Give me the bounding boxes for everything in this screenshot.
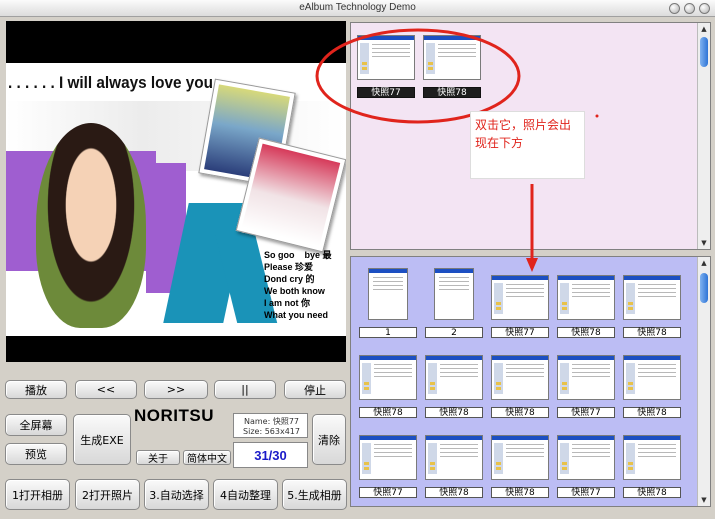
photo-thumbnail[interactable]: 快照77 [557, 435, 615, 498]
photo-thumbnail[interactable]: 快照78 [425, 355, 483, 418]
photo-thumbnail[interactable]: 快照78 [623, 355, 681, 418]
thumbnail-caption: 快照77 [357, 87, 415, 98]
thumbnail-image [491, 435, 549, 480]
thumbnail-image [425, 435, 483, 480]
overlay-text: . . . . . . I will always love you [8, 73, 213, 92]
thumbnail-image [359, 435, 417, 480]
next-button[interactable]: >> [144, 380, 208, 399]
thumbnail-caption: 快照78 [623, 487, 681, 498]
thumbnail-caption: 快照77 [557, 407, 615, 418]
thumbnail-image [357, 35, 415, 80]
scroll-up-icon[interactable]: ▲ [698, 257, 710, 269]
source-scrollbar[interactable]: ▲ ▼ [697, 23, 710, 249]
scroll-up-icon[interactable]: ▲ [698, 23, 710, 35]
thumbnail-image [557, 355, 615, 400]
scroll-down-icon[interactable]: ▼ [698, 237, 710, 249]
photo-thumbnail[interactable]: 快照78 [423, 35, 481, 98]
minimize-button[interactable] [669, 3, 680, 14]
poem-text: So goo bye 最 Please 珍爱 Dond cry 的 We bot… [264, 250, 332, 320]
scroll-thumb[interactable] [700, 273, 708, 303]
album-photos-pane[interactable]: 1 2 快照77 快照78 快照78 快照78 快照78 快照78 快照77 快照78 快照77 快照… [350, 256, 711, 507]
thumbnail-caption: 快照77 [491, 327, 549, 338]
window-title: eAlbum Technology Demo [299, 2, 416, 13]
previous-button[interactable]: << [75, 380, 137, 399]
clear-button[interactable]: 清除 [312, 414, 346, 465]
photo-thumbnail[interactable]: 快照78 [425, 435, 483, 498]
thumbnail-image [623, 355, 681, 400]
thumbnail-image [557, 435, 615, 480]
scroll-down-icon[interactable]: ▼ [698, 494, 710, 506]
thumbnail-image [425, 355, 483, 400]
preview-button[interactable]: 预览 [5, 443, 67, 465]
photo-thumbnail[interactable]: 2 [425, 268, 483, 338]
photo-thumbnail[interactable]: 快照78 [623, 435, 681, 498]
photo-thumbnail[interactable]: 1 [359, 268, 417, 338]
thumbnail-image [557, 275, 615, 320]
thumbnail-image [491, 355, 549, 400]
thumbnail-caption: 快照78 [425, 487, 483, 498]
photo-thumbnail[interactable]: 快照77 [359, 435, 417, 498]
close-button[interactable] [699, 3, 710, 14]
thumbnail-caption: 快照77 [557, 487, 615, 498]
thumbnail-image [623, 275, 681, 320]
generate-exe-button[interactable]: 生成EXE [73, 414, 131, 465]
photo-thumbnail[interactable]: 快照78 [491, 435, 549, 498]
album-scrollbar[interactable]: ▲ ▼ [697, 257, 710, 506]
photo-name: Name: 快照77 [243, 417, 300, 426]
thumbnail-caption: 快照78 [557, 327, 615, 338]
title-bar: eAlbum Technology Demo [0, 0, 715, 17]
scroll-thumb[interactable] [700, 37, 708, 67]
thumbnail-image [359, 355, 417, 400]
auto-select-button[interactable]: 3.自动选择 [144, 479, 209, 510]
stop-button[interactable]: 停止 [284, 380, 346, 399]
photo-viewer[interactable]: . . . . . . I will always love you So go… [6, 21, 346, 362]
thumbnail-caption: 快照77 [359, 487, 417, 498]
album-page-image: . . . . . . I will always love you So go… [6, 63, 346, 336]
thumbnail-caption: 2 [425, 327, 483, 338]
thumbnail-caption: 1 [359, 327, 417, 338]
brand-logo: NORITSU [134, 406, 214, 425]
thumbnail-caption: 快照78 [423, 87, 481, 98]
photo-counter: 31/30 [233, 442, 308, 468]
photo-size: Size: 563x417 [243, 427, 300, 436]
thumbnail-caption: 快照78 [425, 407, 483, 418]
photo-thumbnail[interactable]: 快照78 [491, 355, 549, 418]
thumbnail-caption: 快照78 [359, 407, 417, 418]
thumbnail-caption: 快照78 [491, 407, 549, 418]
thumbnail-caption: 快照78 [491, 487, 549, 498]
photo-thumbnail[interactable]: 快照77 [357, 35, 415, 98]
photo-thumbnail[interactable]: 快照78 [557, 275, 615, 338]
photo-thumbnail[interactable]: 快照77 [557, 355, 615, 418]
about-button[interactable]: 关于 [136, 450, 180, 465]
thumbnail-caption: 快照78 [623, 407, 681, 418]
hint-callout: 双击它，照片会出现在下方 [470, 111, 585, 179]
generate-album-button[interactable]: 5.生成相册 [282, 479, 347, 510]
fullscreen-button[interactable]: 全屏幕 [5, 414, 67, 436]
thumbnail-image [623, 435, 681, 480]
thumbnail-caption: 快照78 [623, 327, 681, 338]
open-album-button[interactable]: 1打开相册 [5, 479, 70, 510]
photo-thumbnail[interactable]: 快照78 [359, 355, 417, 418]
language-button[interactable]: 简体中文 [183, 450, 231, 465]
maximize-button[interactable] [684, 3, 695, 14]
thumbnail-image [491, 275, 549, 320]
open-photo-button[interactable]: 2打开照片 [75, 479, 140, 510]
thumbnail-image [368, 268, 408, 320]
photo-info-box: Name: 快照77 Size: 563x417 [233, 413, 308, 438]
pause-button[interactable]: || [214, 380, 276, 399]
auto-arrange-button[interactable]: 4自动整理 [213, 479, 278, 510]
play-button[interactable]: 播放 [5, 380, 67, 399]
thumbnail-image [423, 35, 481, 80]
photo-thumbnail[interactable]: 快照77 [491, 275, 549, 338]
thumbnail-image [434, 268, 474, 320]
photo-thumbnail[interactable]: 快照78 [623, 275, 681, 338]
